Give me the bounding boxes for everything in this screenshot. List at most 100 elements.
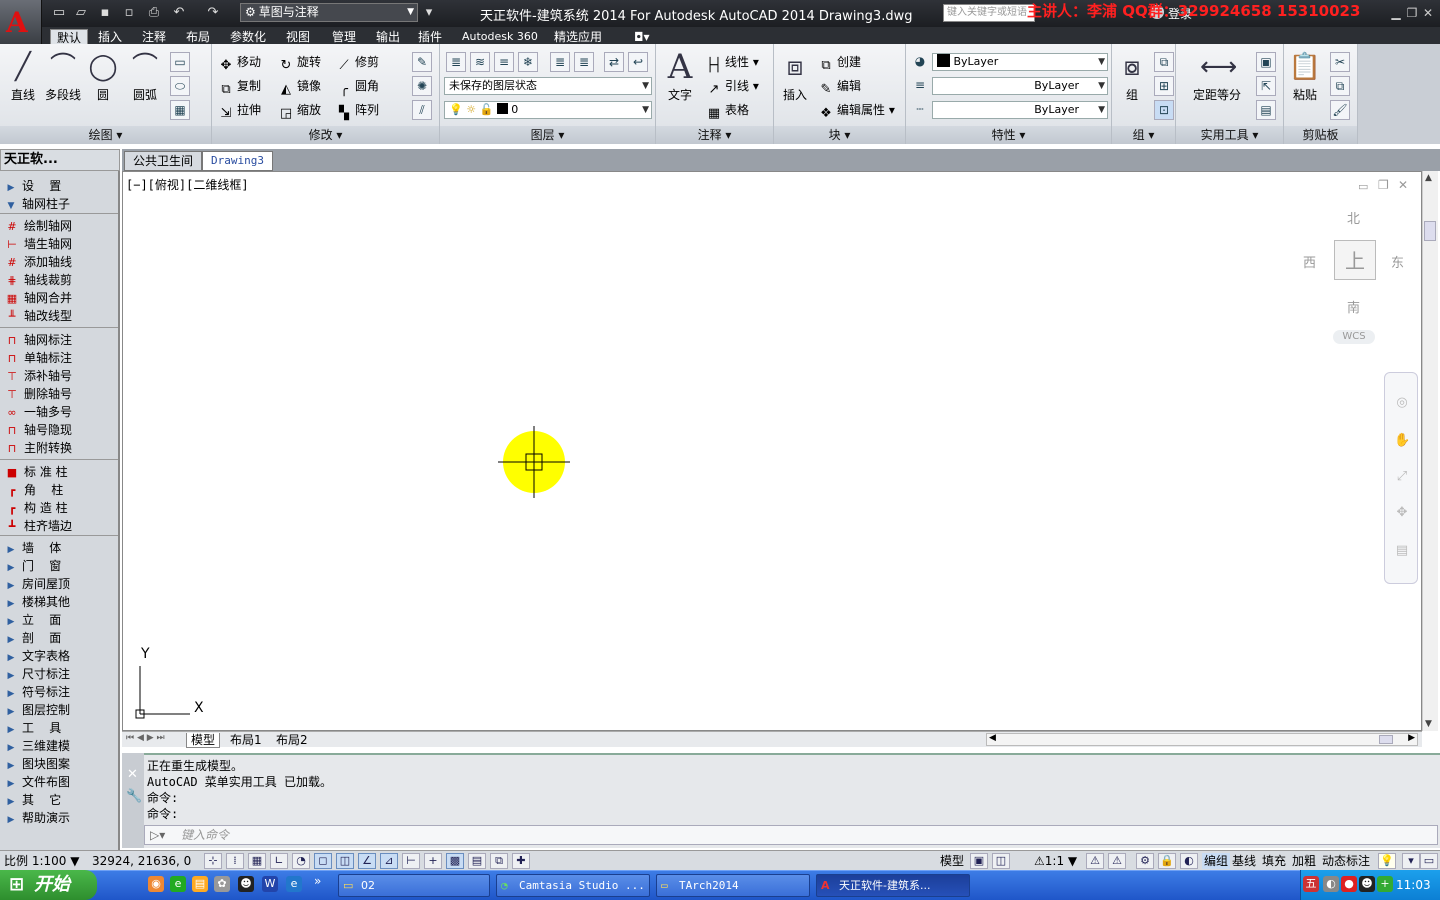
linetype-select[interactable]: ByLayer ▼: [932, 101, 1108, 119]
menu-command-item[interactable]: ∞ 一轴多号: [0, 403, 118, 421]
tab-layout2[interactable]: 布局2: [272, 733, 312, 748]
isolate-objects-icon[interactable]: 💡: [1378, 853, 1396, 869]
tray-icon[interactable]: +: [1377, 876, 1393, 892]
save-as-icon[interactable]: ▫: [120, 4, 138, 22]
layer-unlock-icon[interactable]: ≣: [574, 52, 594, 72]
menu-section-item[interactable]: ▼ 轴网柱子: [0, 195, 118, 213]
edit-attributes-button[interactable]: ❖ 编辑属性 ▾: [818, 102, 895, 122]
text-button[interactable]: A 文字: [660, 50, 700, 103]
auto-scale-icon[interactable]: ⚠: [1108, 853, 1126, 869]
tray-icon[interactable]: ●: [1341, 876, 1357, 892]
menu-section-item[interactable]: ▶ 尺寸标注: [0, 665, 118, 683]
trim-button[interactable]: ⟋ 修剪: [336, 54, 379, 74]
workspace-switch-icon[interactable]: ⚙: [1136, 853, 1154, 869]
print-icon[interactable]: ⎙: [145, 4, 163, 22]
qq-icon[interactable]: ☻: [238, 876, 254, 892]
annotation-monitor-icon[interactable]: ✚: [512, 853, 530, 869]
quick-properties-icon[interactable]: ▤: [468, 853, 486, 869]
layer-lock-icon[interactable]: ≣: [550, 52, 570, 72]
color-wheel-icon[interactable]: ◕: [910, 52, 930, 72]
open-file-icon[interactable]: ▱: [72, 4, 90, 22]
vertical-scroll-thumb[interactable]: [1424, 221, 1436, 241]
panel-modify-title[interactable]: 修改 ▾: [212, 126, 439, 144]
menu-section-item[interactable]: ▶ 墙 体: [0, 539, 118, 557]
3d-osnap-icon[interactable]: ◫: [336, 853, 354, 869]
notepad-icon[interactable]: ▤: [192, 876, 208, 892]
menu-command-item[interactable]: ■ 标 准 柱: [0, 463, 118, 481]
toggle-group[interactable]: 编组: [1202, 853, 1231, 869]
scroll-right-icon[interactable]: ▶: [1408, 733, 1415, 743]
insert-block-button[interactable]: ⧈ 插入: [776, 50, 814, 103]
tab-doc-bathroom[interactable]: 公共卫生间: [124, 151, 203, 171]
clean-screen-icon[interactable]: ▭: [1420, 853, 1438, 869]
measure-button[interactable]: ⟷ 定距等分: [1184, 50, 1250, 103]
group-button[interactable]: ⧇ 组: [1114, 50, 1150, 103]
menu-section-item[interactable]: ▶ 其 它: [0, 791, 118, 809]
panel-groups-title[interactable]: 组 ▾: [1112, 126, 1175, 144]
scroll-up-icon[interactable]: ▲: [1425, 173, 1432, 183]
menu-command-item[interactable]: ⊓ 轴号隐现: [0, 421, 118, 439]
vertical-scrollbar[interactable]: ▲ ▼: [1422, 171, 1438, 731]
layer-off-icon[interactable]: ≋: [470, 52, 490, 72]
layer-properties-icon[interactable]: ≣: [446, 52, 466, 72]
status-menu-icon[interactable]: ▾: [1402, 853, 1420, 869]
menu-command-item[interactable]: ╨ 轴改线型: [0, 307, 118, 325]
snap-mode-icon[interactable]: ⁞: [226, 853, 244, 869]
restore-icon[interactable]: ❐: [1404, 5, 1420, 21]
annotation-visibility-icon[interactable]: ⚠: [1086, 853, 1104, 869]
command-window-handle[interactable]: ✕ 🔧: [122, 753, 144, 848]
menu-command-item[interactable]: ⋕ 轴线裁剪: [0, 271, 118, 289]
object-snap-icon[interactable]: ◻: [314, 853, 332, 869]
ungroup-icon[interactable]: ⧉: [1154, 52, 1174, 72]
polar-tracking-icon[interactable]: ◔: [292, 853, 310, 869]
group-edit-icon[interactable]: ⊞: [1154, 76, 1174, 96]
hatch-icon[interactable]: ▦: [170, 100, 190, 120]
current-layer-select[interactable]: 💡 ☼ 🔓 0 ▼: [444, 101, 652, 119]
table-button[interactable]: ▦ 表格: [706, 102, 749, 122]
horizontal-scroll-thumb[interactable]: [1379, 735, 1393, 744]
toggle-dynamic-dim[interactable]: 动态标注: [1322, 853, 1370, 869]
taskbar-tarch[interactable]: ▭ TArch2014: [656, 874, 810, 897]
ellipse-icon[interactable]: ⬭: [170, 76, 190, 96]
quicklaunch-more-icon[interactable]: »: [314, 874, 321, 888]
offset-icon[interactable]: ⫽: [412, 100, 432, 120]
stretch-button[interactable]: ⇲ 拉伸: [218, 102, 261, 122]
word-icon[interactable]: W: [262, 876, 278, 892]
tab-layout1[interactable]: 布局1: [226, 733, 266, 748]
color-select[interactable]: ByLayer ▼: [932, 53, 1108, 71]
menu-section-item[interactable]: ▶ 帮助演示: [0, 809, 118, 827]
lineweight-icon[interactable]: ≡: [910, 76, 930, 96]
explode-icon[interactable]: ✺: [412, 76, 432, 96]
lock-ui-icon[interactable]: 🔒: [1158, 853, 1176, 869]
quick-access-more-icon[interactable]: ▾: [420, 4, 438, 22]
create-block-button[interactable]: ⧉ 创建: [818, 54, 861, 74]
edit-block-button[interactable]: ✎ 编辑: [818, 78, 861, 98]
menu-command-item[interactable]: # 绘制轴网: [0, 217, 118, 235]
model-space-button[interactable]: 模型: [940, 853, 964, 869]
layout-view-icon[interactable]: ▣: [970, 853, 988, 869]
transparency-icon[interactable]: ▩: [446, 853, 464, 869]
menu-command-item[interactable]: ⊓ 轴网标注: [0, 331, 118, 349]
grid-display-icon[interactable]: ▦: [248, 853, 266, 869]
line-button[interactable]: ╱ 直线: [4, 50, 42, 103]
redo-icon[interactable]: ↷: [204, 4, 222, 22]
quick-view-icon[interactable]: ◫: [992, 853, 1010, 869]
hardware-accel-icon[interactable]: ◐: [1180, 853, 1198, 869]
lineweight-toggle-icon[interactable]: +: [424, 853, 442, 869]
erase-icon[interactable]: ✎: [412, 52, 432, 72]
close-icon[interactable]: ✕: [1420, 5, 1436, 21]
menu-command-item[interactable]: ▦ 轴网合并: [0, 289, 118, 307]
menu-section-item[interactable]: ▶ 三维建模: [0, 737, 118, 755]
circle-button[interactable]: ◯ 圆: [86, 50, 120, 103]
dynamic-input-icon[interactable]: ⊢: [402, 853, 420, 869]
save-icon[interactable]: ▪: [96, 4, 114, 22]
mirror-button[interactable]: ◭ 镜像: [278, 78, 321, 98]
layer-freeze-icon[interactable]: ❄: [518, 52, 538, 72]
dynamic-ucs-icon[interactable]: ⊿: [380, 853, 398, 869]
arc-button[interactable]: ⌒ 圆弧: [126, 50, 164, 103]
menu-section-item[interactable]: ▶ 符号标注: [0, 683, 118, 701]
fillet-button[interactable]: ╭ 圆角: [336, 78, 379, 98]
scroll-down-icon[interactable]: ▼: [1425, 719, 1432, 729]
menu-command-item[interactable]: ⊤ 删除轴号: [0, 385, 118, 403]
undo-icon[interactable]: ↶: [170, 4, 188, 22]
